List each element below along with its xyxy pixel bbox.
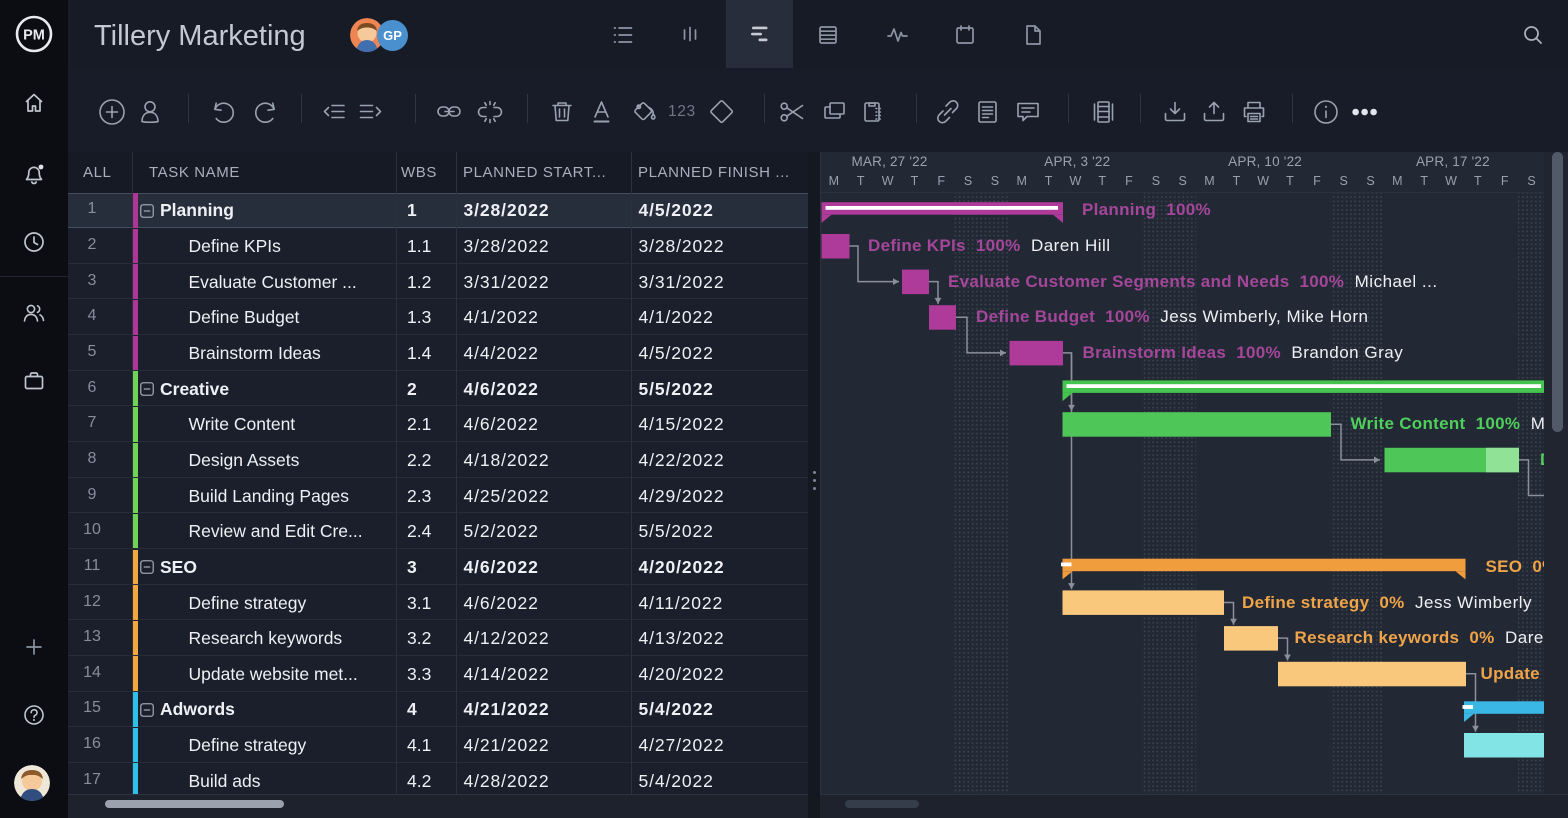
svg-text:PM: PM <box>23 28 45 44</box>
